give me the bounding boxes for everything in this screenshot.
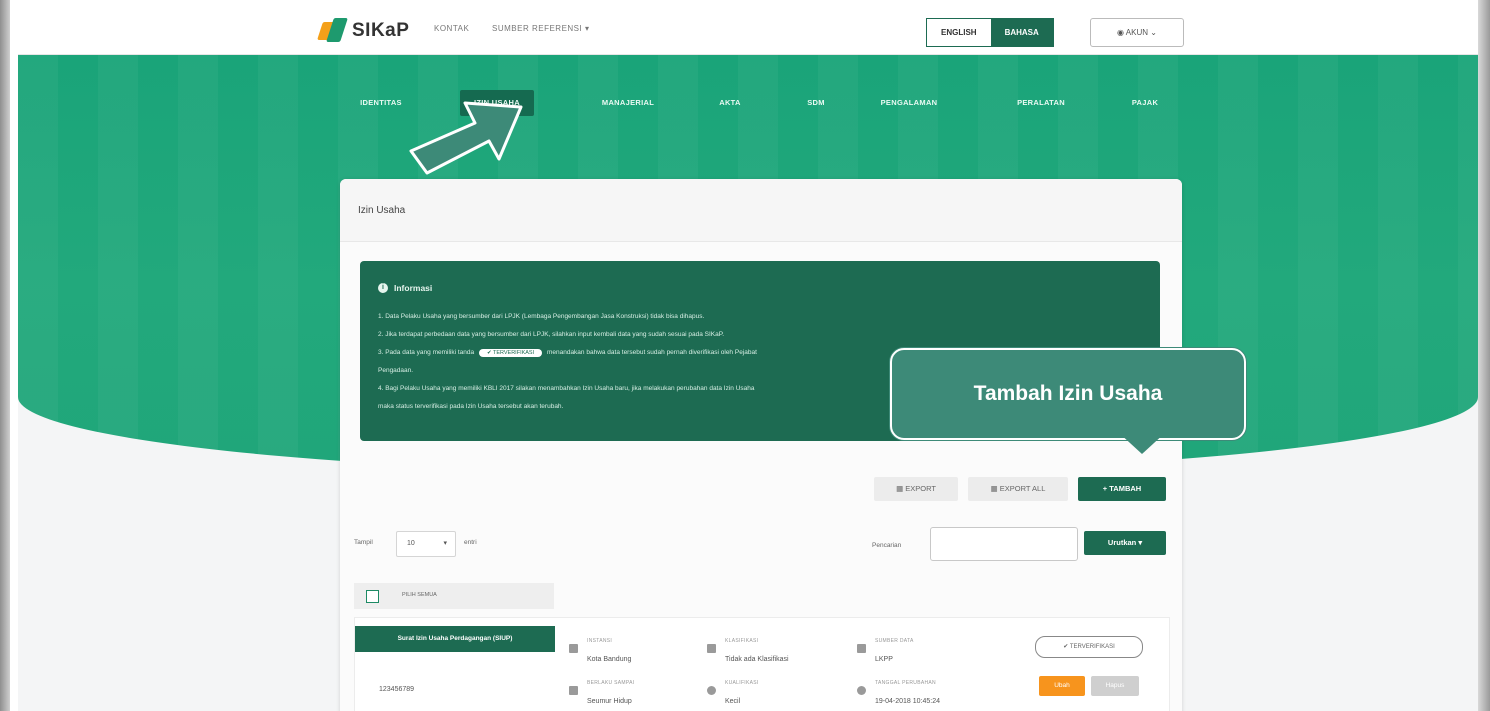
- pointer-arrow-icon: [409, 101, 523, 175]
- language-switch: ENGLISH BAHASA: [926, 18, 1054, 47]
- berlaku-label: BERLAKU SAMPAI: [587, 680, 635, 686]
- license-number: 123456789: [379, 686, 415, 693]
- nav-kontak[interactable]: KONTAK: [434, 24, 469, 33]
- tanggal-value: 19-04-2018 10:45:24: [875, 698, 940, 705]
- grid-icon: ▦: [990, 484, 1000, 493]
- tab-sdm[interactable]: SDM: [796, 90, 836, 116]
- building-icon: [569, 644, 578, 653]
- entries-select[interactable]: 10 ▾: [396, 531, 456, 557]
- info-line-4: 4. Bagi Pelaku Usaha yang memiliki KBLI …: [378, 385, 755, 392]
- sumber-label: SUMBER DATA: [875, 638, 914, 644]
- clock-icon: [857, 686, 866, 695]
- account-dropdown[interactable]: ◉ AKUN ⌄: [1090, 18, 1184, 47]
- instansi-label: INSTANSI: [587, 638, 613, 644]
- instansi-value: Kota Bandung: [587, 656, 632, 663]
- hapus-button[interactable]: Hapus: [1091, 676, 1139, 696]
- tab-akta[interactable]: AKTA: [710, 90, 750, 116]
- grid-icon: ▦: [896, 484, 906, 493]
- info-line-1: 1. Data Pelaku Usaha yang bersumber dari…: [378, 313, 705, 320]
- callout-text: Tambah Izin Usaha: [973, 382, 1163, 405]
- select-all-bar: PILIH SEMUA: [354, 583, 554, 609]
- nav-sumber-referensi[interactable]: SUMBER REFERENSI ▾: [492, 24, 589, 33]
- logo-icon: [317, 18, 348, 44]
- export-label: EXPORT: [905, 484, 936, 493]
- tanggal-label: TANGGAL PERUBAHAN: [875, 680, 936, 686]
- tambah-callout: Tambah Izin Usaha: [890, 348, 1246, 440]
- export-all-label: EXPORT ALL: [999, 484, 1046, 493]
- list-item: Surat Izin Usaha Perdagangan (SIUP) 1234…: [354, 617, 1170, 711]
- izin-usaha-card: Izin Usaha i Informasi 1. Data Pelaku Us…: [340, 179, 1182, 711]
- berlaku-value: Seumur Hidup: [587, 698, 632, 705]
- lang-english-button[interactable]: ENGLISH: [927, 19, 991, 46]
- tampil-label: Tampil: [354, 539, 373, 546]
- info-title: i Informasi: [378, 283, 432, 293]
- info-line-3b: menandakan bahwa data tersebut sudah per…: [546, 349, 757, 356]
- top-navbar: SIKaP KONTAK SUMBER REFERENSI ▾ ENGLISH …: [18, 8, 1478, 55]
- user-icon: ◉: [1117, 28, 1126, 37]
- ubah-button[interactable]: Ubah: [1039, 676, 1085, 696]
- entri-label: entri: [464, 539, 477, 546]
- klasifikasi-value: Tidak ada Klasifikasi: [725, 656, 789, 663]
- klasifikasi-label: KLASIFIKASI: [725, 638, 759, 644]
- tab-pengalaman[interactable]: PENGALAMAN: [864, 90, 954, 116]
- export-all-button[interactable]: ▦ EXPORT ALL: [968, 477, 1068, 501]
- kualifikasi-value: Kecil: [725, 698, 741, 705]
- select-all-label: PILIH SEMUA: [402, 592, 437, 598]
- verified-badge: ✔ TERVERIFIKASI: [1035, 636, 1143, 658]
- lang-bahasa-button[interactable]: BAHASA: [990, 19, 1053, 46]
- card-title: Izin Usaha: [358, 205, 406, 216]
- info-icon: i: [378, 283, 388, 293]
- database-icon: [857, 644, 866, 653]
- license-type-badge: Surat Izin Usaha Perdagangan (SIUP): [355, 626, 555, 652]
- info-title-text: Informasi: [394, 283, 433, 293]
- frame-shadow-right: [1478, 0, 1490, 711]
- document-icon: [707, 644, 716, 653]
- brand-logo[interactable]: SIKaP: [317, 18, 410, 44]
- screenshot-frame: SIKaP KONTAK SUMBER REFERENSI ▾ ENGLISH …: [0, 0, 1490, 711]
- tag-icon: [707, 686, 716, 695]
- info-line-3a: 3. Pada data yang memiliki tanda: [378, 349, 475, 356]
- tab-manajerial[interactable]: MANAJERIAL: [588, 90, 668, 116]
- callout-tail: [1118, 432, 1166, 454]
- hourglass-icon: [569, 686, 578, 695]
- account-label: AKUN: [1125, 28, 1149, 37]
- select-all-checkbox[interactable]: [366, 590, 379, 603]
- browser-page: SIKaP KONTAK SUMBER REFERENSI ▾ ENGLISH …: [18, 8, 1478, 711]
- tambah-button[interactable]: + TAMBAH: [1078, 477, 1166, 501]
- urutkan-button[interactable]: Urutkan ▾: [1084, 531, 1166, 555]
- export-button[interactable]: ▦ EXPORT: [874, 477, 958, 501]
- info-line-3c: Pengadaan.: [378, 367, 414, 374]
- tab-peralatan[interactable]: PERALATAN: [1006, 90, 1076, 116]
- caret-down-icon: ▾: [443, 540, 447, 547]
- search-input[interactable]: [930, 527, 1078, 561]
- brand-name: SIKaP: [352, 20, 410, 41]
- tab-pajak[interactable]: PAJAK: [1120, 90, 1170, 116]
- info-line-3: 3. Pada data yang memiliki tanda ✔ TERVE…: [378, 349, 757, 357]
- info-line-5: maka status terverifikasi pada Izin Usah…: [378, 403, 564, 410]
- entries-value: 10: [407, 540, 415, 547]
- kualifikasi-label: KUALIFIKASI: [725, 680, 759, 686]
- pencarian-label: Pencarian: [872, 542, 902, 549]
- verified-pill: ✔ TERVERIFIKASI: [478, 349, 543, 357]
- frame-shadow-left: [0, 0, 10, 711]
- chevron-down-icon: ⌄: [1148, 28, 1157, 37]
- info-line-2: 2. Jika terdapat perbedaan data yang ber…: [378, 331, 725, 338]
- sumber-value: LKPP: [875, 656, 893, 663]
